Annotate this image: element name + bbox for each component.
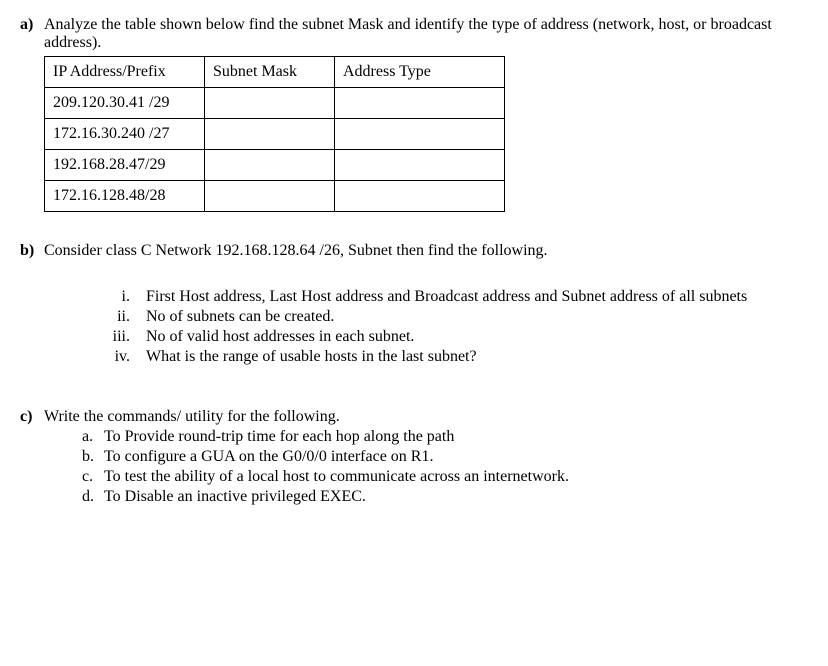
table-cell <box>205 150 335 181</box>
list-marker: c. <box>82 468 104 486</box>
list-marker: iii. <box>94 328 146 346</box>
list-item: ii. No of subnets can be created. <box>94 308 808 326</box>
question-a-body: Analyze the table shown below find the s… <box>44 16 808 212</box>
question-c-text: Write the commands/ utility for the foll… <box>44 408 808 426</box>
list-text: To Disable an inactive privileged EXEC. <box>104 488 366 506</box>
subnet-table: IP Address/Prefix Subnet Mask Address Ty… <box>44 56 505 212</box>
question-c-list: a. To Provide round-trip time for each h… <box>82 428 808 506</box>
table-row: 172.16.30.240 /27 <box>45 119 505 150</box>
table-cell <box>335 150 505 181</box>
table-cell: 209.120.30.41 /29 <box>45 88 205 119</box>
list-text: No of valid host addresses in each subne… <box>146 328 414 346</box>
question-c: c) Write the commands/ utility for the f… <box>20 408 808 508</box>
table-row: 172.16.128.48/28 <box>45 181 505 212</box>
table-cell: 172.16.30.240 /27 <box>45 119 205 150</box>
list-marker: i. <box>94 288 146 306</box>
table-cell <box>335 88 505 119</box>
list-marker: b. <box>82 448 104 466</box>
table-header-cell: Subnet Mask <box>205 57 335 88</box>
list-item: c. To test the ability of a local host t… <box>82 468 808 486</box>
table-cell: 192.168.28.47/29 <box>45 150 205 181</box>
question-a-label: a) <box>20 16 44 34</box>
question-a-text: Analyze the table shown below find the s… <box>44 16 808 52</box>
list-item: b. To configure a GUA on the G0/0/0 inte… <box>82 448 808 466</box>
list-text: To Provide round-trip time for each hop … <box>104 428 454 446</box>
table-header-cell: Address Type <box>335 57 505 88</box>
question-a: a) Analyze the table shown below find th… <box>20 16 808 212</box>
list-text: No of subnets can be created. <box>146 308 334 326</box>
question-c-label: c) <box>20 408 44 426</box>
list-item: iii. No of valid host addresses in each … <box>94 328 808 346</box>
list-text: What is the range of usable hosts in the… <box>146 348 477 366</box>
table-header-row: IP Address/Prefix Subnet Mask Address Ty… <box>45 57 505 88</box>
list-text: First Host address, Last Host address an… <box>146 288 747 306</box>
table-row: 209.120.30.41 /29 <box>45 88 505 119</box>
list-text: To test the ability of a local host to c… <box>104 468 569 486</box>
question-b-list: i. First Host address, Last Host address… <box>94 288 808 366</box>
list-item: a. To Provide round-trip time for each h… <box>82 428 808 446</box>
question-b-label: b) <box>20 242 44 260</box>
list-marker: d. <box>82 488 104 506</box>
question-c-body: Write the commands/ utility for the foll… <box>44 408 808 508</box>
table-cell <box>335 119 505 150</box>
question-b: b) Consider class C Network 192.168.128.… <box>20 242 808 368</box>
list-item: iv. What is the range of usable hosts in… <box>94 348 808 366</box>
list-text: To configure a GUA on the G0/0/0 interfa… <box>104 448 433 466</box>
table-cell <box>205 181 335 212</box>
question-b-body: Consider class C Network 192.168.128.64 … <box>44 242 808 368</box>
list-marker: ii. <box>94 308 146 326</box>
list-marker: iv. <box>94 348 146 366</box>
table-cell: 172.16.128.48/28 <box>45 181 205 212</box>
list-item: d. To Disable an inactive privileged EXE… <box>82 488 808 506</box>
table-cell <box>335 181 505 212</box>
table-row: 192.168.28.47/29 <box>45 150 505 181</box>
list-item: i. First Host address, Last Host address… <box>94 288 808 306</box>
table-cell <box>205 88 335 119</box>
question-b-text: Consider class C Network 192.168.128.64 … <box>44 242 808 260</box>
list-marker: a. <box>82 428 104 446</box>
table-cell <box>205 119 335 150</box>
table-header-cell: IP Address/Prefix <box>45 57 205 88</box>
